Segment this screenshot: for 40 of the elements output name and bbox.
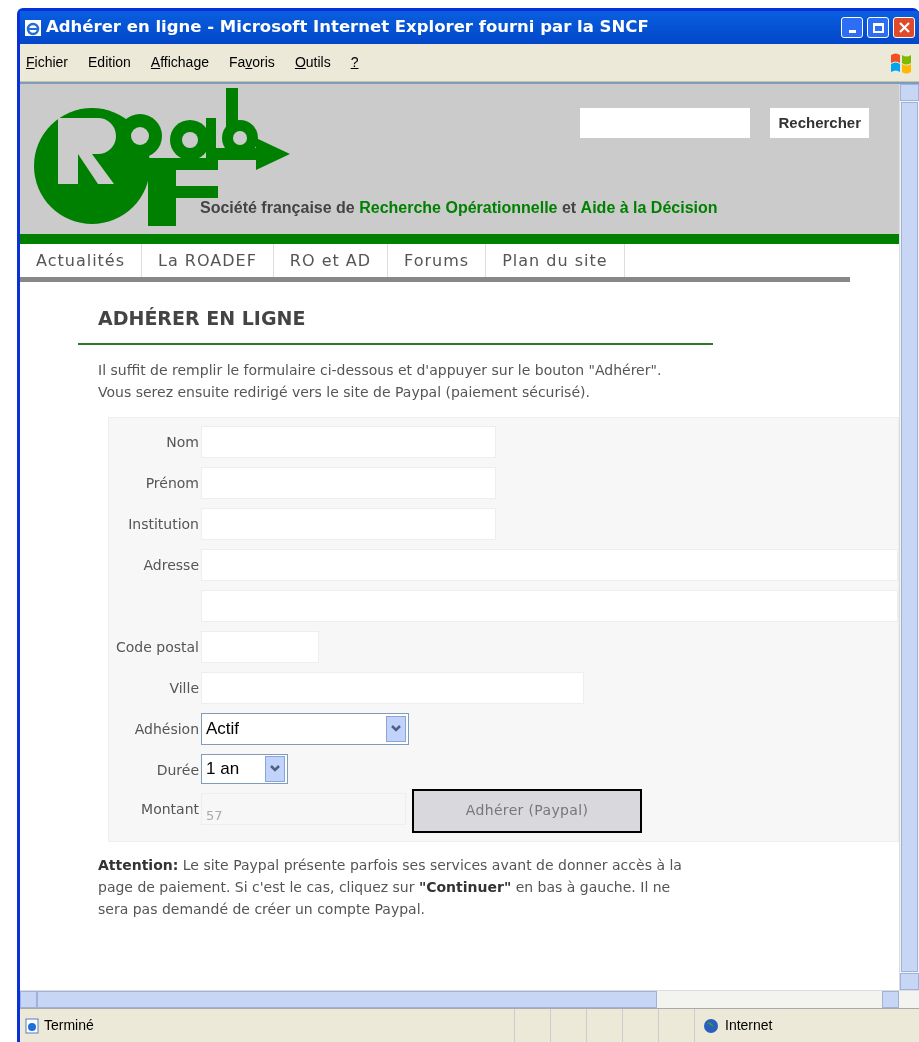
menu-item[interactable]: Edition bbox=[88, 52, 131, 73]
field-label: Institution bbox=[127, 514, 199, 534]
window-title: Adhérer en ligne - Microsoft Internet Explorer fourni par la SNCF bbox=[46, 16, 650, 39]
maximize-button[interactable] bbox=[867, 17, 889, 38]
close-icon bbox=[898, 22, 910, 33]
select-field[interactable]: 1 an bbox=[201, 753, 288, 784]
intro-text: Il suffit de remplir le formulaire ci-dessous et d'appuyer sur le bouton "Adhérer". Vous serez ensuite redirigé vers le site de Paypal (paiement sécurisé). bbox=[97, 360, 663, 402]
globe-icon bbox=[703, 1017, 719, 1034]
input-field[interactable] bbox=[201, 589, 898, 622]
field-label: Durée bbox=[155, 760, 199, 780]
chevron-down-icon bbox=[391, 724, 401, 733]
field-label: Adhésion bbox=[133, 719, 199, 739]
vertical-scrollbar[interactable] bbox=[899, 84, 919, 990]
field-label: Nom bbox=[165, 432, 199, 452]
page-icon bbox=[24, 1017, 40, 1034]
close-button[interactable] bbox=[893, 17, 915, 38]
attention-note: Attention: Le site Paypal présente parfois ses services avant de donner accès à la page de paiement. Si c'est le cas, cliquez sur "Continuer" en bas à gauche. Il ne sera pas demandé de créer un compte Paypal. bbox=[97, 855, 683, 919]
page-heading: ADHÉRER EN LIGNE bbox=[78, 304, 713, 345]
field-label: Prénom bbox=[144, 473, 199, 493]
menu-item[interactable]: Outils bbox=[294, 52, 331, 73]
field-label: Code postal bbox=[115, 637, 199, 657]
menu-item[interactable]: ? bbox=[350, 52, 359, 73]
menu-item[interactable]: Favoris bbox=[228, 52, 275, 73]
search-field[interactable] bbox=[580, 108, 751, 138]
horizontal-scrollbar[interactable] bbox=[20, 990, 919, 1008]
search-button[interactable]: Rechercher bbox=[770, 108, 869, 138]
browser-icon bbox=[24, 18, 42, 37]
menu-item[interactable]: Affichage bbox=[150, 52, 209, 73]
field-label: Adresse bbox=[142, 555, 199, 575]
windows-flag-icon bbox=[889, 51, 913, 74]
menu-item[interactable]: Fichier bbox=[26, 52, 69, 73]
field-label: Ville bbox=[168, 678, 199, 698]
select-field[interactable]: Actif bbox=[201, 712, 409, 745]
chevron-down-icon bbox=[270, 764, 280, 773]
zone-text: Internet bbox=[725, 1016, 773, 1035]
minimize-button[interactable] bbox=[841, 17, 863, 38]
tagline: Société française de Recherche Opérationnelle et Aide à la Décision bbox=[200, 198, 719, 218]
field-label: Montant bbox=[140, 799, 199, 819]
status-text: Terminé bbox=[44, 1016, 95, 1035]
input-field[interactable] bbox=[201, 548, 898, 581]
